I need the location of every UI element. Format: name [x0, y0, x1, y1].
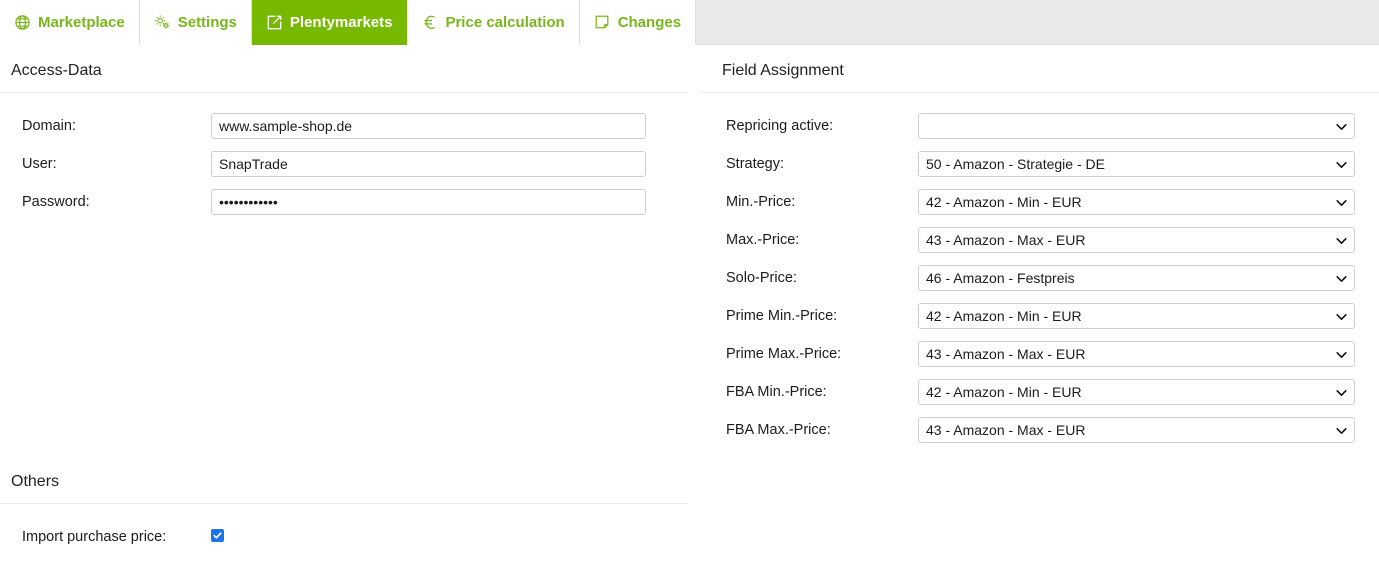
user-input[interactable] [211, 151, 646, 178]
tab-settings[interactable]: Settings [139, 0, 252, 45]
globe-icon [14, 14, 31, 31]
right-column: Field Assignment Repricing active: Strat… [700, 45, 1379, 449]
tab-changes[interactable]: Changes [579, 0, 697, 45]
tab-bar: Marketplace Settings Plentymarkets Price… [0, 0, 1379, 45]
prime-min-price-select[interactable]: 42 - Amazon - Min - EUR [918, 303, 1355, 330]
min-price-select[interactable]: 42 - Amazon - Min - EUR [918, 189, 1355, 216]
tab-label: Plentymarkets [289, 14, 393, 31]
strategy-label: Strategy: [726, 156, 785, 173]
access-data-form: Domain: User: Password: [0, 93, 688, 221]
form-row-fba-min-price: FBA Min.-Price: 42 - Amazon - Min - EUR [700, 373, 1379, 411]
access-data-title: Access-Data [11, 62, 102, 79]
others-section: Others Import purchase price: [0, 456, 688, 556]
domain-label: Domain: [22, 118, 76, 135]
form-row-repricing-active: Repricing active: [700, 107, 1379, 145]
euro-icon [421, 14, 438, 31]
max-price-label: Max.-Price: [726, 232, 800, 249]
field-assignment-form: Repricing active: Strategy: 50 - Amazon … [700, 93, 1379, 449]
tab-label: Marketplace [38, 14, 125, 31]
form-row-fba-max-price: FBA Max.-Price: 43 - Amazon - Max - EUR [700, 411, 1379, 449]
prime-min-price-label: Prime Min.-Price: [726, 308, 838, 325]
repricing-active-label: Repricing active: [726, 118, 834, 135]
fba-min-price-select[interactable]: 42 - Amazon - Min - EUR [918, 379, 1355, 406]
form-row-min-price: Min.-Price: 42 - Amazon - Min - EUR [700, 183, 1379, 221]
domain-input[interactable] [211, 113, 646, 140]
min-price-label: Min.-Price: [726, 194, 796, 211]
gears-icon [154, 14, 171, 31]
repricing-active-select[interactable] [918, 113, 1355, 140]
others-form: Import purchase price: [0, 504, 688, 556]
tab-plentymarkets[interactable]: Plentymarkets [251, 0, 408, 45]
form-row-import-purchase-price: Import purchase price: [0, 518, 688, 556]
prime-max-price-select[interactable]: 43 - Amazon - Max - EUR [918, 341, 1355, 368]
form-row-prime-max-price: Prime Max.-Price: 43 - Amazon - Max - EU… [700, 335, 1379, 373]
fba-max-price-select[interactable]: 43 - Amazon - Max - EUR [918, 417, 1355, 444]
form-row-prime-min-price: Prime Min.-Price: 42 - Amazon - Min - EU… [700, 297, 1379, 335]
form-row-strategy: Strategy: 50 - Amazon - Strategie - DE [700, 145, 1379, 183]
note-page-icon [594, 14, 611, 31]
others-title: Others [11, 473, 60, 491]
tab-price-calculation[interactable]: Price calculation [407, 0, 580, 45]
left-column: Access-Data Domain: User: Password: [0, 45, 688, 556]
strategy-select[interactable]: 50 - Amazon - Strategie - DE [918, 151, 1355, 178]
tab-label: Settings [177, 14, 237, 31]
import-purchase-price-checkbox[interactable] [211, 529, 224, 543]
page-body: Access-Data Domain: User: Password: [0, 45, 1379, 563]
solo-price-select[interactable]: 46 - Amazon - Festpreis [918, 265, 1355, 292]
form-row-solo-price: Solo-Price: 46 - Amazon - Festpreis [700, 259, 1379, 297]
check-icon [213, 532, 222, 540]
form-row-max-price: Max.-Price: 43 - Amazon - Max - EUR [700, 221, 1379, 259]
field-assignment-title: Field Assignment [722, 62, 844, 79]
form-row-user: User: [0, 145, 688, 183]
user-label: User: [22, 156, 57, 173]
password-input[interactable] [211, 189, 646, 216]
prime-max-price-label: Prime Max.-Price: [726, 346, 842, 363]
password-label: Password: [22, 194, 90, 211]
form-row-domain: Domain: [0, 107, 688, 145]
tab-label: Price calculation [445, 14, 565, 31]
fba-max-price-label: FBA Max.-Price: [726, 422, 831, 439]
import-purchase-price-label: Import purchase price: [22, 529, 167, 546]
external-link-icon [266, 14, 283, 31]
max-price-select[interactable]: 43 - Amazon - Max - EUR [918, 227, 1355, 254]
form-row-password: Password: [0, 183, 688, 221]
tab-label: Changes [617, 14, 682, 31]
fba-min-price-label: FBA Min.-Price: [726, 384, 827, 401]
solo-price-label: Solo-Price: [726, 270, 797, 287]
tab-marketplace[interactable]: Marketplace [0, 0, 140, 45]
